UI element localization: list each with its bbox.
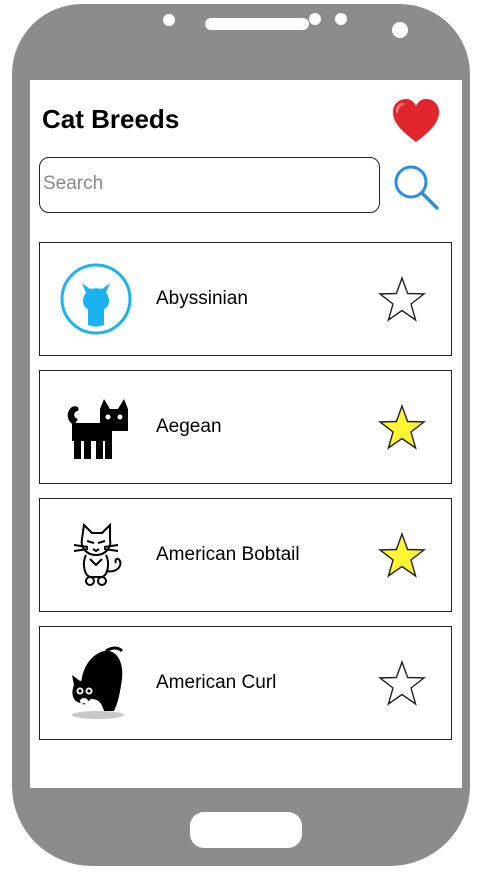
sensor-dot (335, 13, 347, 25)
home-button[interactable] (190, 812, 302, 848)
sensor-dot (309, 13, 321, 25)
cartoon-cat-icon (73, 522, 122, 586)
curl-cat-icon (72, 646, 124, 719)
star-filled-icon[interactable] (378, 532, 426, 578)
github-cat-icon (60, 263, 132, 335)
search-field[interactable] (39, 157, 380, 213)
star-filled-icon[interactable] (378, 404, 426, 450)
camera-dot (163, 14, 175, 26)
star-outline-icon[interactable] (378, 276, 426, 322)
breed-card[interactable]: Abyssinian (39, 242, 452, 356)
breed-name: Abyssinian (156, 288, 248, 309)
black-cat-icon (67, 399, 128, 459)
search-icon[interactable] (392, 163, 440, 211)
star-outline-icon[interactable] (378, 660, 426, 706)
breed-card[interactable]: American Bobtail (39, 498, 452, 612)
breed-name: American Curl (156, 672, 277, 693)
speaker-grille (205, 18, 309, 30)
page-title: Cat Breeds (42, 104, 180, 134)
breed-card[interactable]: American Curl (39, 626, 452, 740)
breed-card[interactable]: Aegean (39, 370, 452, 484)
breed-name: Aegean (156, 416, 222, 437)
front-camera (392, 22, 408, 38)
heart-icon[interactable] (391, 98, 441, 144)
breed-name: American Bobtail (156, 544, 300, 565)
search-input[interactable] (40, 158, 363, 210)
